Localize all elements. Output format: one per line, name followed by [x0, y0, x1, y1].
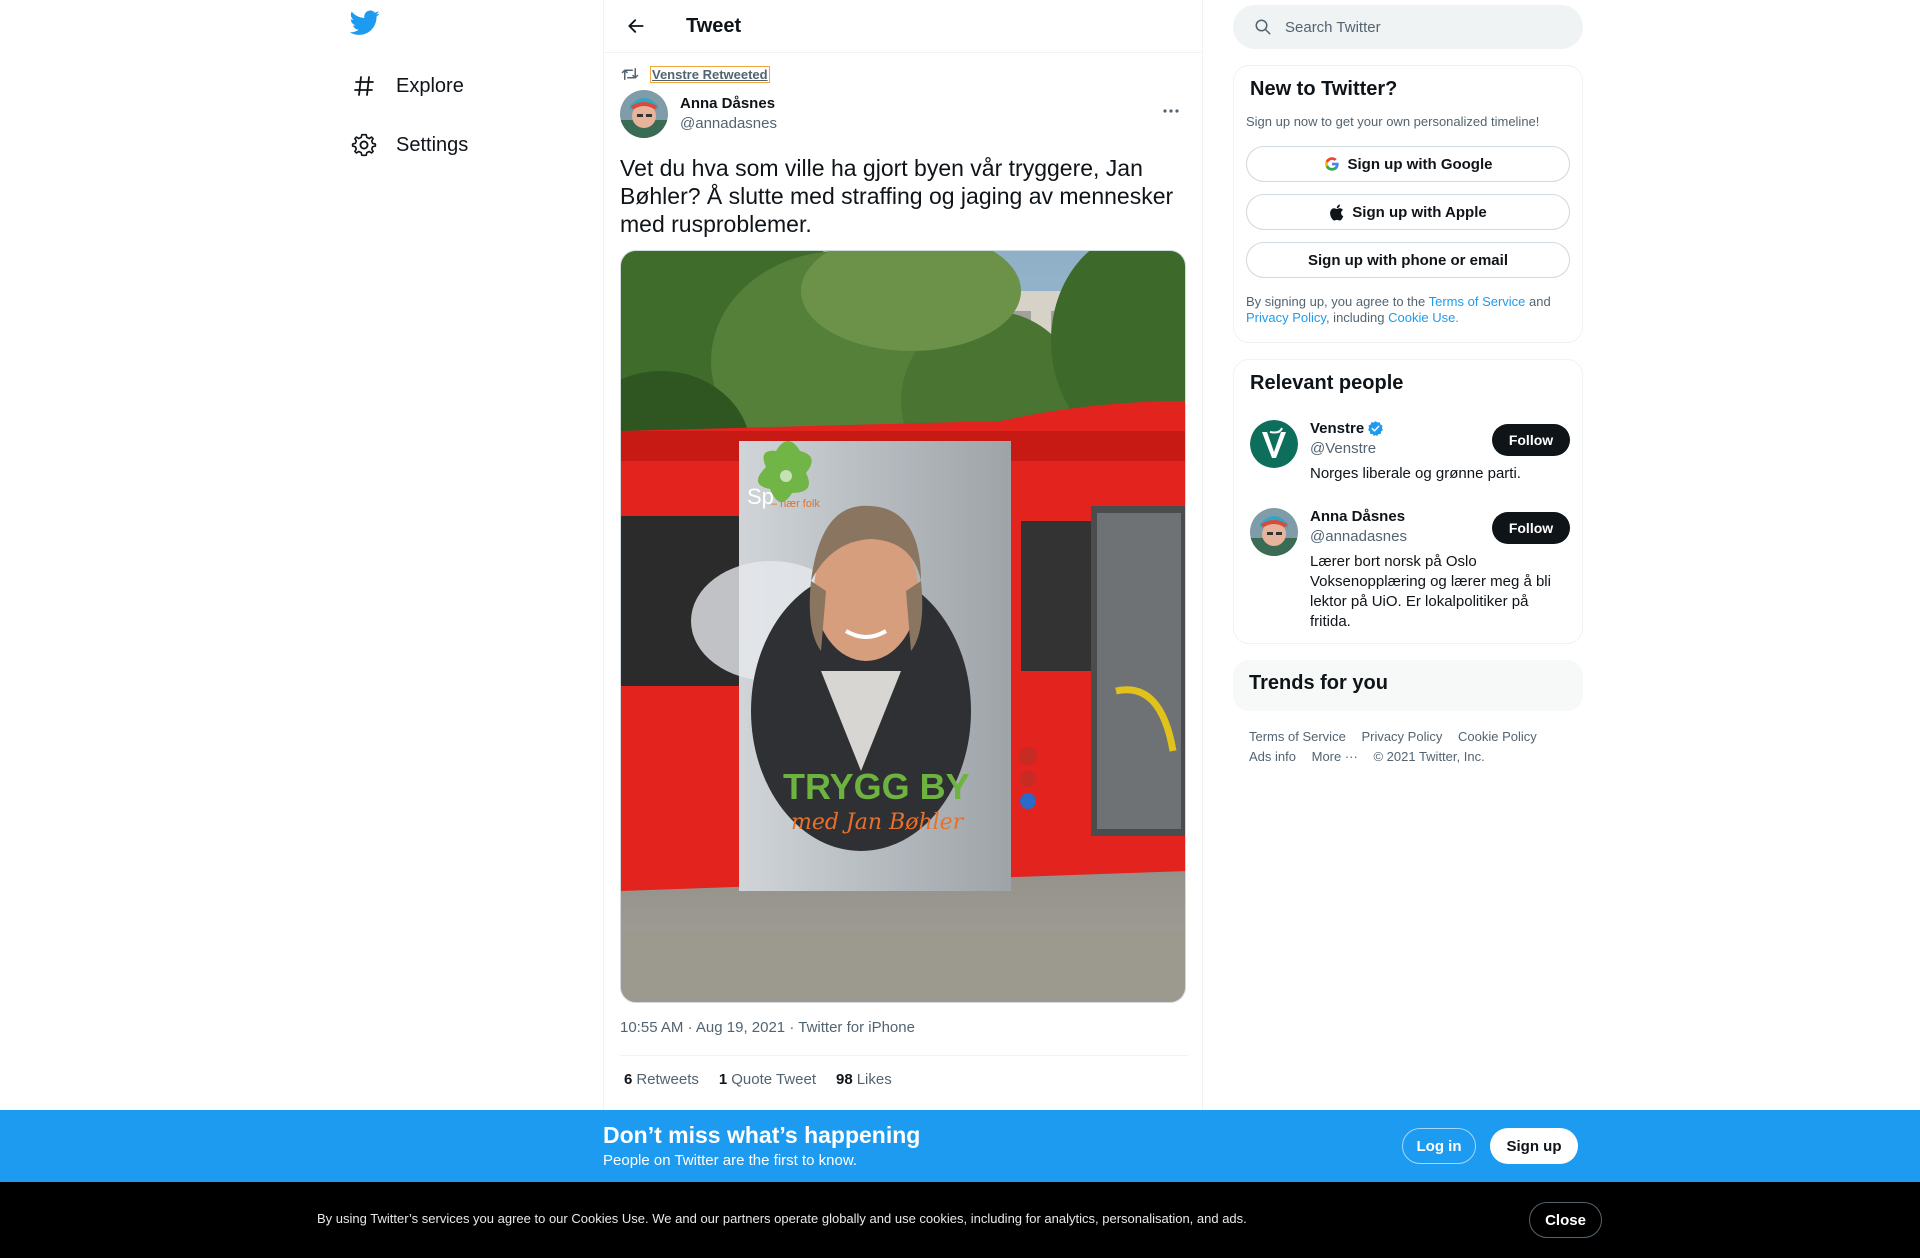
person-bio: Norges liberale og grønne parti.: [1310, 465, 1521, 482]
page-title: Tweet: [686, 14, 742, 37]
signup-phone-button[interactable]: Sign up with phone or email: [1246, 242, 1570, 278]
poster-logo: Sp: [747, 484, 774, 509]
nav-item-explore[interactable]: Explore: [350, 62, 464, 110]
signup-button[interactable]: Sign up: [1490, 1128, 1578, 1164]
login-button[interactable]: Log in: [1402, 1128, 1476, 1164]
follow-button[interactable]: Follow: [1492, 512, 1570, 544]
signup-phone-label: Sign up with phone or email: [1307, 251, 1508, 269]
trends-title: Trends for you: [1249, 672, 1388, 694]
back-button[interactable]: [618, 8, 654, 44]
privacy-link[interactable]: Privacy Policy: [1246, 310, 1326, 325]
author-handle[interactable]: @annadasnes: [680, 114, 777, 134]
tweet-source[interactable]: Twitter for iPhone: [798, 1019, 915, 1036]
google-icon: [1324, 156, 1340, 172]
signup-subtitle: Sign up now to get your own personalized…: [1246, 114, 1540, 129]
footer-link-ads[interactable]: Ads info: [1249, 749, 1296, 764]
retweet-icon: [620, 64, 640, 84]
cookie-close-button[interactable]: Close: [1529, 1202, 1602, 1238]
signup-card: New to Twitter? Sign up now to get your …: [1233, 65, 1583, 343]
signup-google-button[interactable]: Sign up with Google: [1246, 146, 1570, 182]
person-bio: Lærer bort norsk på Oslo Voksenopplæring…: [1310, 553, 1551, 630]
poster-logo-tagline: – nær folk: [771, 498, 820, 510]
footer-link-terms[interactable]: Terms of Service: [1249, 729, 1346, 744]
tweet-timestamp: 10:55 AM · Aug 19, 2021 · Twitter for iP…: [620, 1019, 915, 1036]
terms-link[interactable]: Terms of Service: [1429, 294, 1526, 309]
signup-google-label: Sign up with Google: [1347, 155, 1493, 173]
author-avatar[interactable]: [620, 90, 668, 138]
signup-apple-button[interactable]: Sign up with Apple: [1246, 194, 1570, 230]
signup-legal-text: By signing up, you agree to the Terms of…: [1246, 294, 1551, 325]
poster-headline: TRYGG BY: [783, 766, 970, 807]
signup-apple-label: Sign up with Apple: [1352, 203, 1487, 221]
more-options-button[interactable]: [1154, 94, 1188, 128]
cookie-text: By using Twitter’s services you agree to…: [317, 1211, 1247, 1226]
more-dots-icon: [1163, 109, 1179, 113]
nav-label-explore: Explore: [396, 74, 464, 97]
main-column: Tweet Venstre Retweeted Anna Dåsnes @ann…: [603, 0, 1203, 1110]
trends-card: Trends for you: [1233, 660, 1583, 711]
person-handle[interactable]: @Venstre: [1310, 440, 1376, 457]
back-arrow-icon: [628, 19, 644, 33]
signup-title: New to Twitter?: [1250, 78, 1398, 100]
search-input[interactable]: [1285, 18, 1555, 36]
person-handle[interactable]: @annadasnes: [1310, 528, 1407, 545]
page-header: Tweet: [604, 0, 1202, 53]
banner-subtitle: People on Twitter are the first to know.: [603, 1152, 858, 1169]
search-icon: [1253, 17, 1273, 37]
tweet-time[interactable]: 10:55 AM: [620, 1019, 683, 1036]
footer-link-privacy[interactable]: Privacy Policy: [1361, 729, 1442, 744]
copyright: © 2021 Twitter, Inc.: [1373, 749, 1485, 764]
apple-icon: [1329, 203, 1344, 221]
poster-subline: med Jan Bøhler: [791, 810, 965, 835]
tweet-date[interactable]: Aug 19, 2021: [696, 1019, 785, 1036]
tweet-photo[interactable]: Sp – nær folk TRYGG BY med Jan Bøhler: [620, 250, 1186, 1003]
banner-title: Don’t miss what’s happening: [603, 1122, 921, 1148]
gear-icon: [350, 131, 378, 159]
tweet-stats: 6 Retweets 1 Quote Tweet 98 Likes: [624, 1071, 912, 1088]
nav-label-settings: Settings: [396, 133, 469, 156]
tweet-author: Anna Dåsnes @annadasnes: [620, 90, 1188, 138]
nav-item-settings[interactable]: Settings: [350, 121, 468, 169]
twitter-logo-icon[interactable]: [349, 10, 386, 46]
verified-badge-icon: [1367, 420, 1384, 437]
footer-link-cookie[interactable]: Cookie Policy: [1458, 729, 1537, 744]
relevant-people-card: Relevant people Venstre @Venstre Norges …: [1233, 359, 1583, 644]
search-box[interactable]: [1233, 5, 1583, 49]
person-avatar[interactable]: [1250, 508, 1298, 556]
tweet-text: Vet du hva som ville ha gjort byen vår t…: [620, 155, 1174, 237]
hashtag-icon: [350, 72, 378, 100]
likes-count[interactable]: 98 Likes: [836, 1071, 892, 1088]
retweeted-by-link[interactable]: Venstre Retweeted: [650, 65, 770, 83]
footer-links: Terms of Service Privacy Policy Cookie P…: [1249, 727, 1579, 767]
footer-link-more[interactable]: More ···: [1312, 749, 1358, 764]
person-name[interactable]: Anna Dåsnes: [1310, 508, 1405, 525]
person-name[interactable]: Venstre: [1310, 420, 1384, 437]
signup-banner: Don’t miss what’s happening People on Tw…: [0, 1110, 1920, 1182]
author-name[interactable]: Anna Dåsnes: [680, 94, 777, 114]
divider: [620, 1055, 1188, 1056]
retweets-count[interactable]: 6 Retweets: [624, 1071, 699, 1088]
follow-button[interactable]: Follow: [1492, 424, 1570, 456]
venstre-avatar[interactable]: [1250, 420, 1298, 468]
relevant-people-title: Relevant people: [1250, 372, 1404, 394]
cookie-banner: By using Twitter’s services you agree to…: [0, 1182, 1920, 1258]
retweet-context: Venstre Retweeted: [620, 64, 770, 84]
cookie-use-link[interactable]: Cookie Use.: [1388, 310, 1459, 325]
quote-tweets-count[interactable]: 1 Quote Tweet: [719, 1071, 816, 1088]
